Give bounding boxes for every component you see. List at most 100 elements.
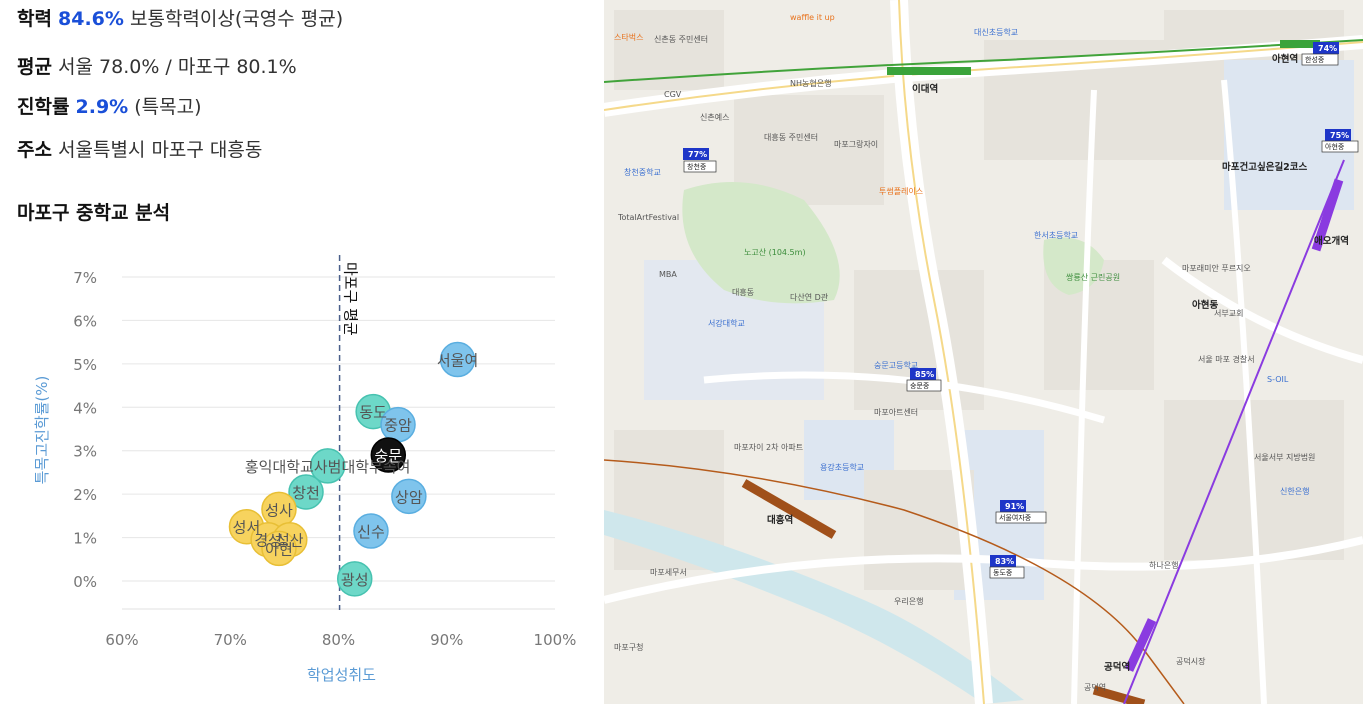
data-label: 상암 [395, 488, 423, 506]
svg-text:서울여자중: 서울여자중 [999, 513, 1032, 522]
address-line: 주소 서울특별시 마포구 대흥동 [17, 138, 262, 162]
svg-text:마포자이 2차 아파트: 마포자이 2차 아파트 [734, 442, 803, 452]
y-tick-label: 1% [73, 530, 97, 548]
svg-text:77%: 77% [688, 150, 707, 159]
station-idae: 이대역 [912, 83, 938, 95]
achievement-desc: 보통학력이상(국영수 평균) [129, 8, 344, 30]
svg-text:창천중: 창천중 [687, 162, 707, 171]
station-daeheung: 대흥역 [767, 514, 793, 526]
svg-text:서강대학교: 서강대학교 [708, 318, 745, 328]
advancement-line: 진학률 2.9% (특목고) [17, 95, 202, 119]
svg-text:하나은행: 하나은행 [1149, 560, 1178, 570]
achievement-line: 학력 84.6% 보통학력이상(국영수 평균) [17, 7, 343, 31]
scatter-chart-svg: 0% 1% 2% 3% 4% 5% 6% 7% 60% 70% 80% 90% 100% 마포구 평균학업… [33, 255, 577, 684]
y-tick-label: 5% [73, 356, 97, 374]
data-label: 동도 [359, 404, 387, 422]
svg-text:waffle it up: waffle it up [790, 13, 835, 22]
svg-text:마포건고싶은길2코스: 마포건고싶은길2코스 [1222, 161, 1308, 173]
svg-text:74%: 74% [1318, 44, 1337, 53]
x-tick-label: 70% [214, 631, 247, 649]
svg-text:쌍룡산 근린공원: 쌍룡산 근린공원 [1066, 272, 1120, 282]
svg-text:S-OIL: S-OIL [1267, 375, 1289, 384]
svg-text:MBA: MBA [659, 270, 677, 279]
address-label: 주소 [17, 139, 52, 161]
x-tick-label: 80% [322, 631, 355, 649]
svg-text:한서초등학교: 한서초등학교 [1034, 230, 1078, 240]
school-badge-sungmun: 85% 숭문중 [906, 368, 942, 392]
data-label: 홍익대학교사범대학부속여 [245, 458, 411, 476]
svg-text:한성중: 한성중 [1305, 55, 1325, 64]
svg-text:대신초등학교: 대신초등학교 [974, 27, 1018, 37]
advancement-value: 2.9% [75, 96, 129, 118]
svg-text:투썸플레이스: 투썸플레이스 [879, 186, 923, 196]
achievement-value: 84.6% [58, 8, 124, 30]
data-label: 광성 [341, 571, 369, 589]
y-tick-label: 0% [73, 573, 97, 591]
svg-text:75%: 75% [1330, 131, 1349, 140]
svg-text:창천중학교: 창천중학교 [624, 167, 661, 177]
x-tick-label: 100% [534, 631, 577, 649]
y-tick-label: 7% [73, 269, 97, 287]
advancement-label: 진학률 [17, 96, 70, 118]
svg-text:서부교회: 서부교회 [1214, 309, 1243, 318]
svg-text:대흥동: 대흥동 [732, 287, 754, 297]
x-tick-label: 60% [105, 631, 138, 649]
svg-text:91%: 91% [1005, 502, 1024, 511]
svg-text:신촌동 주민센터: 신촌동 주민센터 [654, 34, 708, 44]
svg-text:동도중: 동도중 [993, 569, 1013, 577]
svg-text:공덕역: 공덕역 [1084, 682, 1106, 692]
svg-text:공덕시장: 공덕시장 [1176, 656, 1206, 666]
section-title: 마포구 중학교 분석 [17, 202, 171, 224]
station-gongdeok: 공덕역 [1104, 661, 1130, 673]
svg-text:TotalArtFestival: TotalArtFestival [617, 213, 679, 222]
svg-text:83%: 83% [995, 557, 1014, 566]
svg-text:서울서부 지방법원: 서울서부 지방법원 [1254, 452, 1315, 462]
scatter-chart: 0% 1% 2% 3% 4% 5% 6% 7% 60% 70% 80% 90% 100% 마포구 평균학업… [0, 240, 600, 704]
svg-text:마포구청: 마포구청 [614, 643, 643, 652]
data-label: 서울여 [437, 352, 478, 370]
achievement-label: 학력 [17, 8, 52, 30]
map-canvas[interactable]: 이대역 대흥역 아현역 애오개역 공덕역 77% 창천중 85% 숭문중 91%… [604, 0, 1363, 704]
svg-text:숭문중: 숭문중 [910, 382, 930, 390]
svg-text:우리은행: 우리은행 [894, 596, 923, 606]
address-text: 서울특별시 마포구 대흥동 [58, 139, 263, 161]
data-label: 창천 [292, 484, 320, 502]
svg-text:서울 마포 경찰서: 서울 마포 경찰서 [1198, 354, 1255, 364]
data-label: 신수 [357, 523, 385, 541]
reference-line-label: 마포구 평균 [342, 262, 360, 336]
svg-text:스타벅스: 스타벅스 [614, 32, 643, 42]
svg-text:숭문고등학교: 숭문고등학교 [874, 360, 918, 370]
y-tick-label: 6% [73, 312, 97, 330]
svg-text:마포아트센터: 마포아트센터 [874, 407, 918, 417]
svg-text:신한은행: 신한은행 [1280, 486, 1309, 496]
y-axis-title: 특목고진학률(%) [33, 376, 51, 485]
svg-text:NH농협은행: NH농협은행 [790, 78, 831, 88]
svg-text:마포그랑자이: 마포그랑자이 [834, 139, 878, 149]
svg-text:마포래미안 푸르지오: 마포래미안 푸르지오 [1182, 263, 1251, 273]
y-tick-label: 4% [73, 399, 97, 417]
y-tick-label: 3% [73, 443, 97, 461]
data-label: 중암 [384, 417, 412, 435]
svg-text:CGV: CGV [664, 90, 682, 99]
average-label: 평균 [17, 56, 52, 78]
svg-text:용강초등학교: 용강초등학교 [820, 462, 864, 472]
school-info-panel: 학력 84.6% 보통학력이상(국영수 평균) 평균 서울 78.0% / 마포… [0, 0, 600, 704]
svg-text:신촌예스: 신촌예스 [700, 112, 729, 122]
svg-text:노고산 (104.5m): 노고산 (104.5m) [744, 247, 806, 257]
station-ahyeon: 아현역 [1272, 53, 1298, 65]
svg-text:다산연 D관: 다산연 D관 [790, 292, 829, 302]
svg-text:85%: 85% [915, 370, 934, 379]
data-label: 아현 [265, 540, 293, 558]
data-label: 성사 [265, 501, 293, 519]
map-view[interactable]: 이대역 대흥역 아현역 애오개역 공덕역 77% 창천중 85% 숭문중 91%… [604, 0, 1363, 704]
average-line: 평균 서울 78.0% / 마포구 80.1% [17, 55, 297, 79]
svg-text:대흥동 주민센터: 대흥동 주민센터 [764, 132, 818, 142]
x-axis-title: 학업성취도 [307, 666, 376, 684]
x-tick-label: 90% [430, 631, 463, 649]
advancement-desc: (특목고) [134, 96, 202, 118]
average-text: 서울 78.0% / 마포구 80.1% [58, 56, 297, 78]
station-aeogae: 애오개역 [1314, 235, 1349, 247]
y-tick-label: 2% [73, 486, 97, 504]
svg-text:아현중: 아현중 [1325, 142, 1345, 151]
svg-text:마포세무서: 마포세무서 [650, 568, 687, 577]
